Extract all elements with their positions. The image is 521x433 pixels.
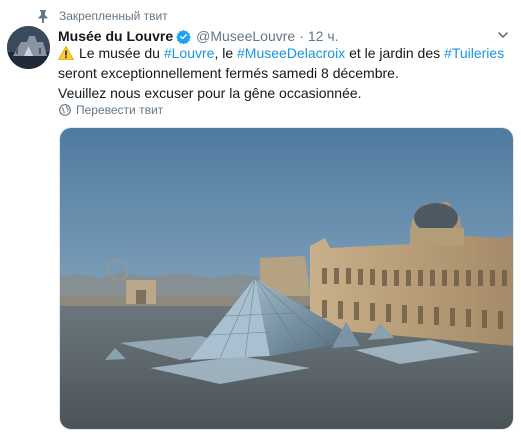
chevron-down-icon[interactable]	[497, 29, 509, 41]
tweet-photo[interactable]	[59, 127, 514, 430]
louvre-pyramid-photo	[60, 128, 513, 429]
globe-icon	[59, 104, 71, 116]
hashtag-louvre-link[interactable]: #Louvre	[164, 45, 215, 61]
avatar[interactable]	[7, 26, 50, 69]
tweet-text-line1: Le musée du #Louvre, le #MuseeDelacroix …	[58, 43, 513, 83]
tweet-timestamp[interactable]: 12 ч.	[308, 28, 339, 44]
tweet-segment: , le	[214, 45, 238, 61]
verified-badge-icon	[176, 29, 191, 44]
display-name[interactable]: Musée du Louvre	[58, 28, 173, 44]
tweet-text: Le musée du #Louvre, le #MuseeDelacroix …	[58, 43, 513, 103]
author-handle[interactable]: @MuseeLouvre	[196, 28, 295, 44]
warning-icon	[58, 46, 74, 60]
tweet-segment: et le jardin des	[345, 45, 445, 61]
separator-dot: ·	[299, 28, 304, 44]
pinned-label: Закрепленный твит	[59, 9, 168, 23]
hashtag-tuileries-link[interactable]: #Tuileries	[444, 45, 504, 61]
translate-label: Перевести твит	[76, 103, 164, 117]
tweet-text-line2: Veuillez nous excuser pour la gêne occas…	[58, 85, 362, 101]
tweet-segment: seront exceptionnellement fermés samedi …	[58, 65, 399, 81]
tweet-segment: Le musée du	[79, 45, 164, 61]
hashtag-museedelacroix-link[interactable]: #MuseeDelacroix	[237, 45, 345, 61]
pin-icon	[38, 10, 48, 23]
pinned-tweet-indicator: Закрепленный твит	[36, 8, 168, 24]
translate-tweet-link[interactable]: Перевести твит	[59, 103, 163, 117]
